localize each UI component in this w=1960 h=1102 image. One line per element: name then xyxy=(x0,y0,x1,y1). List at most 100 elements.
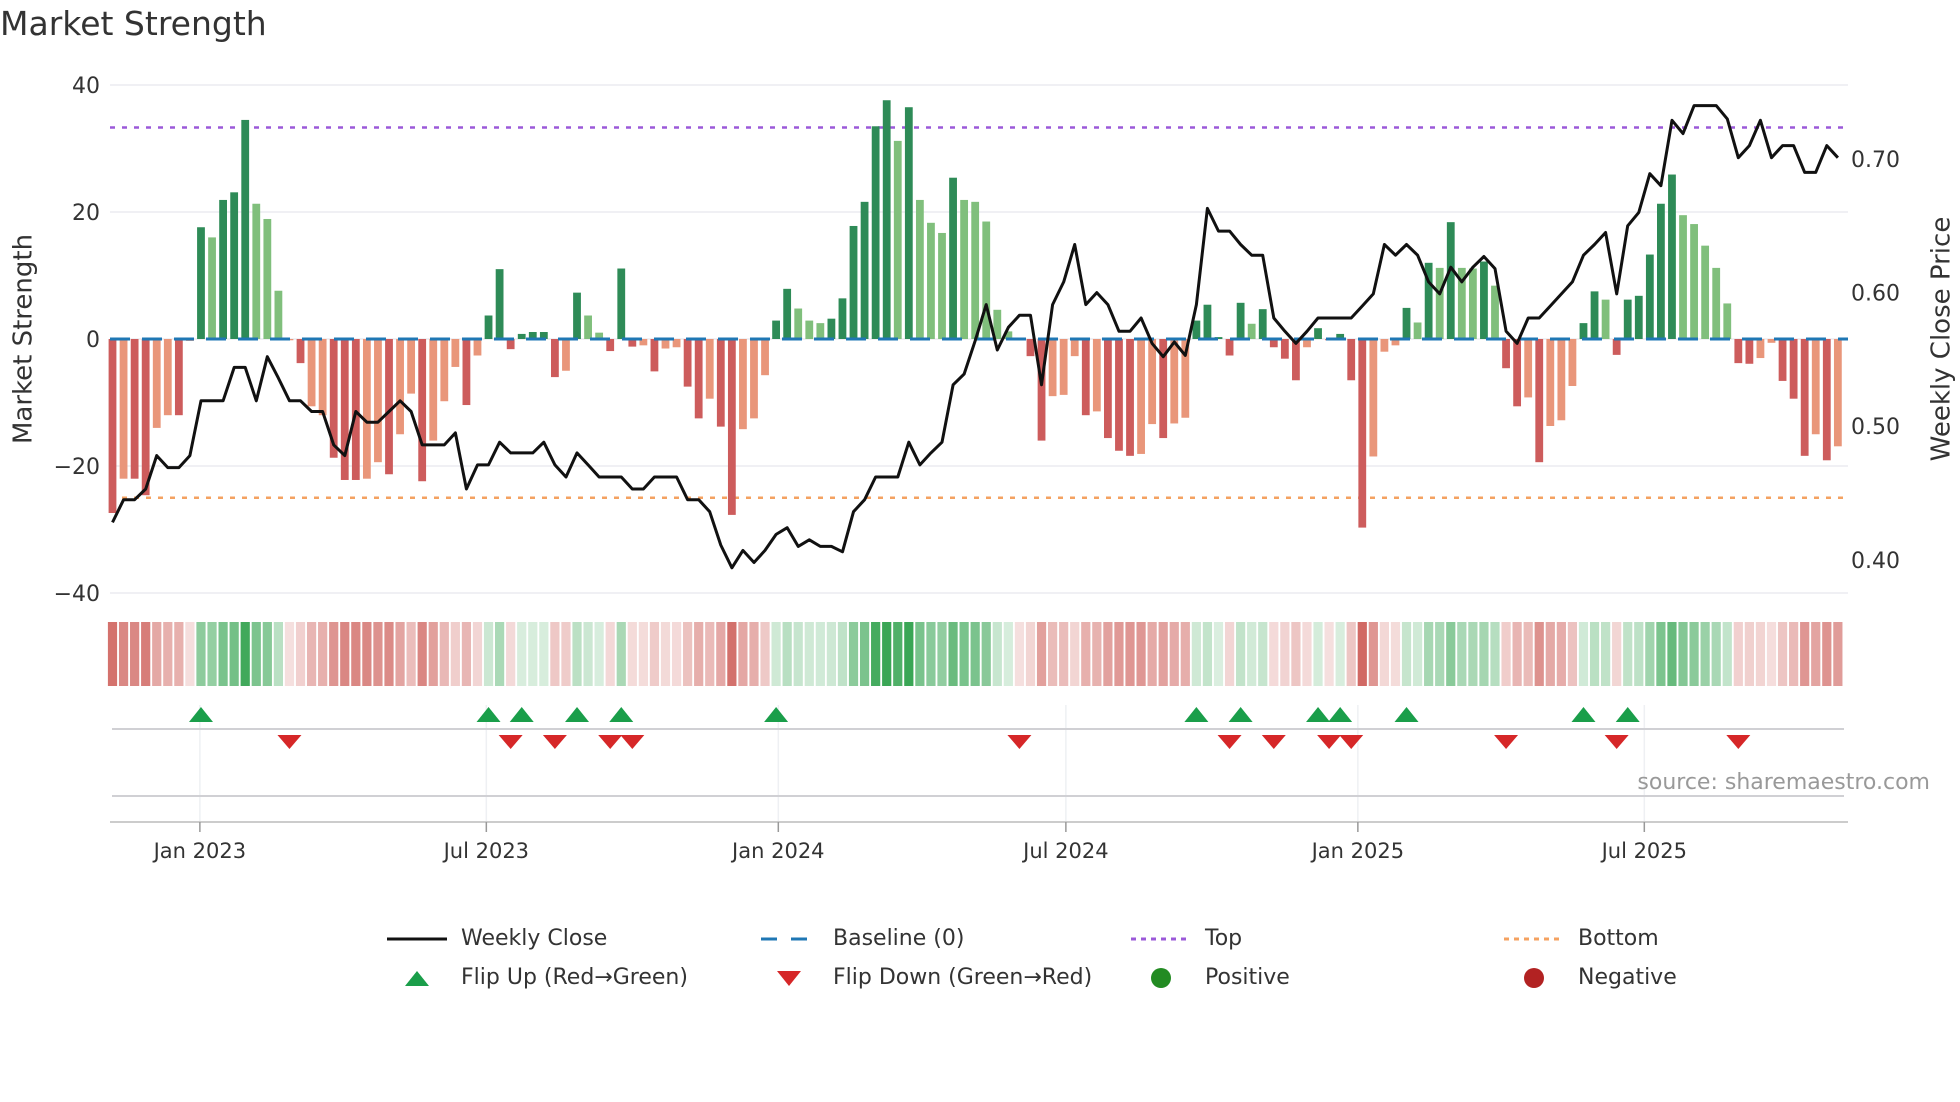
strength-bar xyxy=(1679,215,1687,339)
heat-cell xyxy=(981,622,991,686)
strength-bar xyxy=(1203,304,1212,339)
strength-bar xyxy=(484,315,493,339)
heat-cell xyxy=(528,622,538,686)
legend-item-top[interactable]: Top xyxy=(1131,926,1242,951)
strength-bar xyxy=(230,192,239,339)
strength-bar xyxy=(1468,268,1477,339)
strength-bar xyxy=(617,268,626,339)
strength-bar xyxy=(1170,339,1179,424)
strength-bar xyxy=(1280,339,1289,359)
heat-cell xyxy=(329,622,339,686)
heat-cell xyxy=(218,622,228,686)
flip-up-marker xyxy=(1306,707,1331,722)
heat-cell xyxy=(417,622,427,686)
strength-bar xyxy=(1634,295,1643,339)
strength-bar xyxy=(1546,339,1555,426)
flip-down-marker xyxy=(1217,735,1242,749)
legend-swatch-icon xyxy=(1504,937,1564,940)
strength-bar xyxy=(1358,339,1367,528)
heat-cell xyxy=(1048,622,1058,686)
strength-bar xyxy=(1369,339,1378,457)
strength-bar xyxy=(1734,339,1743,364)
heat-cell xyxy=(306,622,317,686)
legend-item-negative[interactable]: Negative xyxy=(1504,965,1677,990)
heat-cell xyxy=(240,622,250,686)
flip-up-marker xyxy=(1228,707,1253,722)
strength-bar xyxy=(1435,267,1444,339)
strength-bar xyxy=(141,339,150,496)
heat-cell xyxy=(616,622,626,686)
heat-cell xyxy=(251,622,261,686)
strength-bar xyxy=(551,339,559,378)
strength-bar xyxy=(650,339,659,372)
heat-cell xyxy=(163,622,173,686)
legend-item-bottom[interactable]: Bottom xyxy=(1504,926,1659,951)
heat-cell xyxy=(461,622,472,686)
heat-cell xyxy=(694,622,704,686)
heat-cell xyxy=(1744,622,1754,686)
strength-bar xyxy=(694,339,703,419)
heat-cell xyxy=(141,622,151,686)
y2-axis-label: Weekly Close Price xyxy=(1927,217,1957,462)
strength-bar xyxy=(1668,174,1676,339)
flip-up-marker xyxy=(1184,707,1209,722)
heat-cell xyxy=(130,622,140,686)
heat-cell xyxy=(1224,622,1235,686)
flip-up-marker xyxy=(565,707,590,722)
strength-bar xyxy=(1756,339,1765,359)
strength-bars xyxy=(108,100,1842,528)
heat-cell xyxy=(406,622,416,686)
strength-bar xyxy=(1380,339,1389,352)
strength-bar xyxy=(573,292,581,339)
heat-cell xyxy=(1059,622,1069,686)
strength-bar xyxy=(1413,322,1422,339)
strength-bar xyxy=(451,339,460,367)
strength-bar xyxy=(1590,291,1599,339)
strength-bar xyxy=(1070,339,1079,357)
heat-cell xyxy=(550,622,560,686)
strength-bar xyxy=(860,201,869,339)
legend-item-baseline[interactable]: Baseline (0) xyxy=(759,926,964,951)
legend-item-weekly-close[interactable]: Weekly Close xyxy=(387,926,607,951)
legend-swatch-icon xyxy=(1131,937,1191,940)
legend-label: Positive xyxy=(1205,965,1290,990)
strength-bar xyxy=(1137,339,1145,454)
y-tick-label: 20 xyxy=(72,201,100,226)
heat-cell xyxy=(1092,622,1102,686)
legend-label: Bottom xyxy=(1578,926,1659,951)
strength-bar xyxy=(1568,339,1577,386)
strength-bar xyxy=(1789,339,1798,399)
heat-cell xyxy=(373,622,383,686)
heat-cell xyxy=(273,622,283,686)
legend-label: Top xyxy=(1205,926,1243,951)
strength-bar xyxy=(1126,339,1134,456)
heat-cell xyxy=(1335,622,1345,686)
strength-bar xyxy=(1081,339,1090,416)
heat-cell xyxy=(1678,622,1688,686)
heat-cell xyxy=(970,622,980,686)
heat-cell xyxy=(815,622,825,686)
strength-bar xyxy=(1402,307,1411,339)
strength-bar xyxy=(152,339,161,428)
y-tick-label: −20 xyxy=(54,455,100,480)
heat-cell xyxy=(1412,622,1423,686)
legend-item-flip-down[interactable]: Flip Down (Green→Red) xyxy=(759,965,1092,990)
heat-cell xyxy=(1081,622,1091,686)
strength-bar xyxy=(473,339,482,356)
legend-item-positive[interactable]: Positive xyxy=(1131,965,1290,990)
flip-down-marker xyxy=(1007,735,1032,749)
heat-cell xyxy=(472,622,483,686)
heat-cell xyxy=(893,622,903,686)
heat-cell xyxy=(1457,622,1467,686)
heat-cell xyxy=(1656,622,1666,686)
heat-cell xyxy=(295,622,306,686)
strength-bar xyxy=(1292,339,1300,381)
strength-bar xyxy=(1225,339,1234,356)
heat-cell xyxy=(1833,622,1843,686)
strength-bar xyxy=(263,218,272,339)
strength-bar xyxy=(783,288,792,339)
legend-item-flip-up[interactable]: Flip Up (Red→Green) xyxy=(387,965,688,990)
y-tick-label: −40 xyxy=(54,582,100,607)
heat-cell xyxy=(1589,622,1600,686)
heat-cell xyxy=(1777,622,1788,686)
